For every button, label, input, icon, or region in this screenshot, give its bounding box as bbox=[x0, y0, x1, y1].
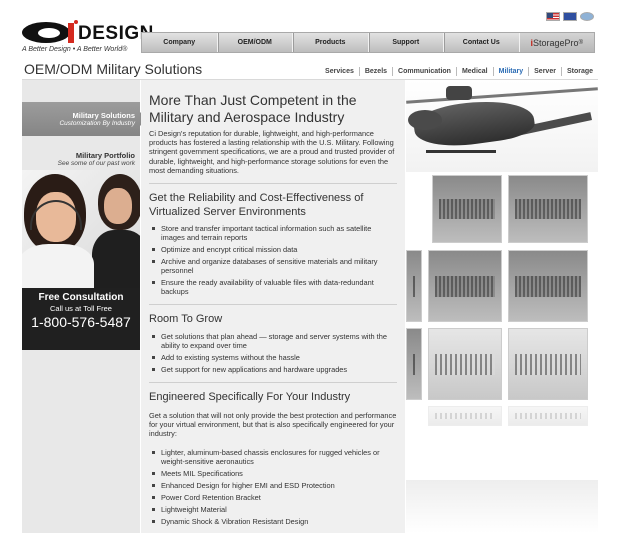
helicopter-rotor bbox=[406, 87, 598, 104]
logo-tagline: A Better Design • A Better World® bbox=[22, 46, 128, 53]
un-flag-icon[interactable] bbox=[580, 12, 594, 21]
list-item: Add to existing systems without the hass… bbox=[149, 353, 397, 362]
page-title: OEM/ODM Military Solutions bbox=[24, 61, 203, 77]
list-item: Ensure the ready availability of valuabl… bbox=[149, 278, 397, 296]
us-flag-icon[interactable] bbox=[546, 12, 560, 21]
nav-products[interactable]: Products bbox=[293, 33, 369, 52]
nav-support[interactable]: Support bbox=[369, 33, 444, 52]
section-list-virtualized: Store and transfer important tactical in… bbox=[149, 224, 397, 296]
list-item: Lighter, aluminum-based chassis enclosur… bbox=[149, 448, 397, 466]
support-agents-photo[interactable] bbox=[22, 170, 140, 288]
list-item: Dynamic Shock & Vibration Resistant Desi… bbox=[149, 517, 397, 526]
ci-design-logo[interactable]: DESIGN A Better Design • A Better World® bbox=[22, 20, 153, 58]
chassis-tile bbox=[432, 175, 502, 243]
list-item: Power Cord Retention Bracket bbox=[149, 493, 397, 502]
helicopter-nose bbox=[408, 110, 442, 130]
helicopter-gear bbox=[426, 150, 496, 153]
section-divider bbox=[149, 381, 397, 383]
sub-nav: Services Bezels Communication Medical Mi… bbox=[320, 67, 598, 76]
section-divider bbox=[149, 304, 397, 306]
list-item: Meets MIL Specifications bbox=[149, 469, 397, 478]
list-item: Get solutions that plan ahead — storage … bbox=[149, 332, 397, 350]
section-heading-virtualized: Get the Reliability and Cost-Effectivene… bbox=[149, 192, 364, 218]
subnav-services[interactable]: Services bbox=[320, 67, 359, 76]
eu-flag-icon[interactable] bbox=[563, 12, 577, 21]
helicopter-mast bbox=[446, 86, 472, 100]
logo-mark-icon bbox=[22, 22, 70, 43]
section-list-engineered: Lighter, aluminum-based chassis enclosur… bbox=[149, 448, 397, 526]
section-heading-engineered: Engineered Specifically For Your Industr… bbox=[149, 390, 351, 403]
sidebar-item-military-portfolio[interactable]: Military Portfolio See some of our past … bbox=[22, 142, 140, 167]
subnav-military[interactable]: Military bbox=[492, 67, 529, 76]
list-item: Get support for new applications and har… bbox=[149, 365, 397, 374]
list-item: Enhanced Design for higher EMI and ESD P… bbox=[149, 481, 397, 490]
chassis-tile bbox=[508, 175, 588, 243]
list-item: Optimize and encrypt critical mission da… bbox=[149, 245, 397, 254]
list-item: Store and transfer important tactical in… bbox=[149, 224, 397, 242]
sidebar-item-subtitle: See some of our past work bbox=[57, 160, 135, 167]
chassis-tile bbox=[508, 250, 588, 322]
section-heading-room-to-grow: Room To Grow bbox=[149, 313, 223, 326]
sidebar-item-subtitle: Customization By Industry bbox=[59, 120, 135, 127]
section-divider bbox=[149, 183, 397, 185]
sidebar-item-title: Military Portfolio bbox=[75, 151, 135, 160]
agent-2-body bbox=[92, 230, 140, 288]
sidebar: Military Solutions Customization By Indu… bbox=[22, 80, 147, 533]
sidebar-item-title: Military Solutions bbox=[72, 111, 135, 120]
chassis-tile bbox=[508, 328, 588, 400]
chassis-reflection bbox=[508, 406, 588, 426]
product-collage bbox=[406, 80, 598, 533]
promo-heading: Free Consultation bbox=[38, 292, 124, 303]
section-intro-engineered: Get a solution that will not only provid… bbox=[149, 411, 397, 439]
free-consultation-banner[interactable]: Free Consultation Call us at Toll Free 1… bbox=[22, 288, 140, 350]
subnav-bezels[interactable]: Bezels bbox=[358, 67, 392, 76]
istoragepro-reg: ® bbox=[578, 40, 583, 46]
subnav-storage[interactable]: Storage bbox=[560, 67, 598, 76]
main-content: More Than Just Competent in the Military… bbox=[141, 80, 405, 533]
istoragepro-label: StoragePro bbox=[533, 38, 579, 48]
nav-contact-us[interactable]: Contact Us bbox=[444, 33, 520, 52]
chassis-tile bbox=[406, 250, 422, 322]
subnav-server[interactable]: Server bbox=[528, 67, 561, 76]
list-item: Archive and organize databases of sensit… bbox=[149, 257, 397, 275]
collage-fade bbox=[406, 480, 598, 533]
chassis-reflection bbox=[428, 406, 502, 426]
content-intro: Ci Design's reputation for durable, ligh… bbox=[149, 129, 395, 175]
subnav-medical[interactable]: Medical bbox=[455, 67, 493, 76]
logo-i-bar bbox=[68, 23, 74, 43]
main-nav: Company OEM/ODM Products Support Contact… bbox=[141, 32, 595, 53]
agent-1-body bbox=[22, 244, 94, 288]
language-flags bbox=[546, 12, 594, 21]
subnav-communication[interactable]: Communication bbox=[392, 67, 456, 76]
chassis-tile bbox=[406, 328, 422, 400]
helicopter-image bbox=[406, 80, 598, 172]
nav-company[interactable]: Company bbox=[142, 33, 218, 52]
content-heading: More Than Just Competent in the Military… bbox=[149, 92, 357, 125]
list-item: Lightweight Material bbox=[149, 505, 397, 514]
section-list-room-to-grow: Get solutions that plan ahead — storage … bbox=[149, 332, 397, 374]
promo-phone-number[interactable]: 1-800-576-5487 bbox=[22, 314, 140, 330]
chassis-tile bbox=[428, 250, 502, 322]
chassis-tile bbox=[428, 328, 502, 400]
sidebar-item-military-solutions[interactable]: Military Solutions Customization By Indu… bbox=[22, 102, 147, 136]
nav-oem-odm[interactable]: OEM/ODM bbox=[218, 33, 293, 52]
agent-2-face bbox=[104, 188, 132, 224]
nav-istoragepro[interactable]: iStoragePro® bbox=[519, 33, 594, 52]
promo-subtext: Call us at Toll Free bbox=[50, 304, 112, 313]
